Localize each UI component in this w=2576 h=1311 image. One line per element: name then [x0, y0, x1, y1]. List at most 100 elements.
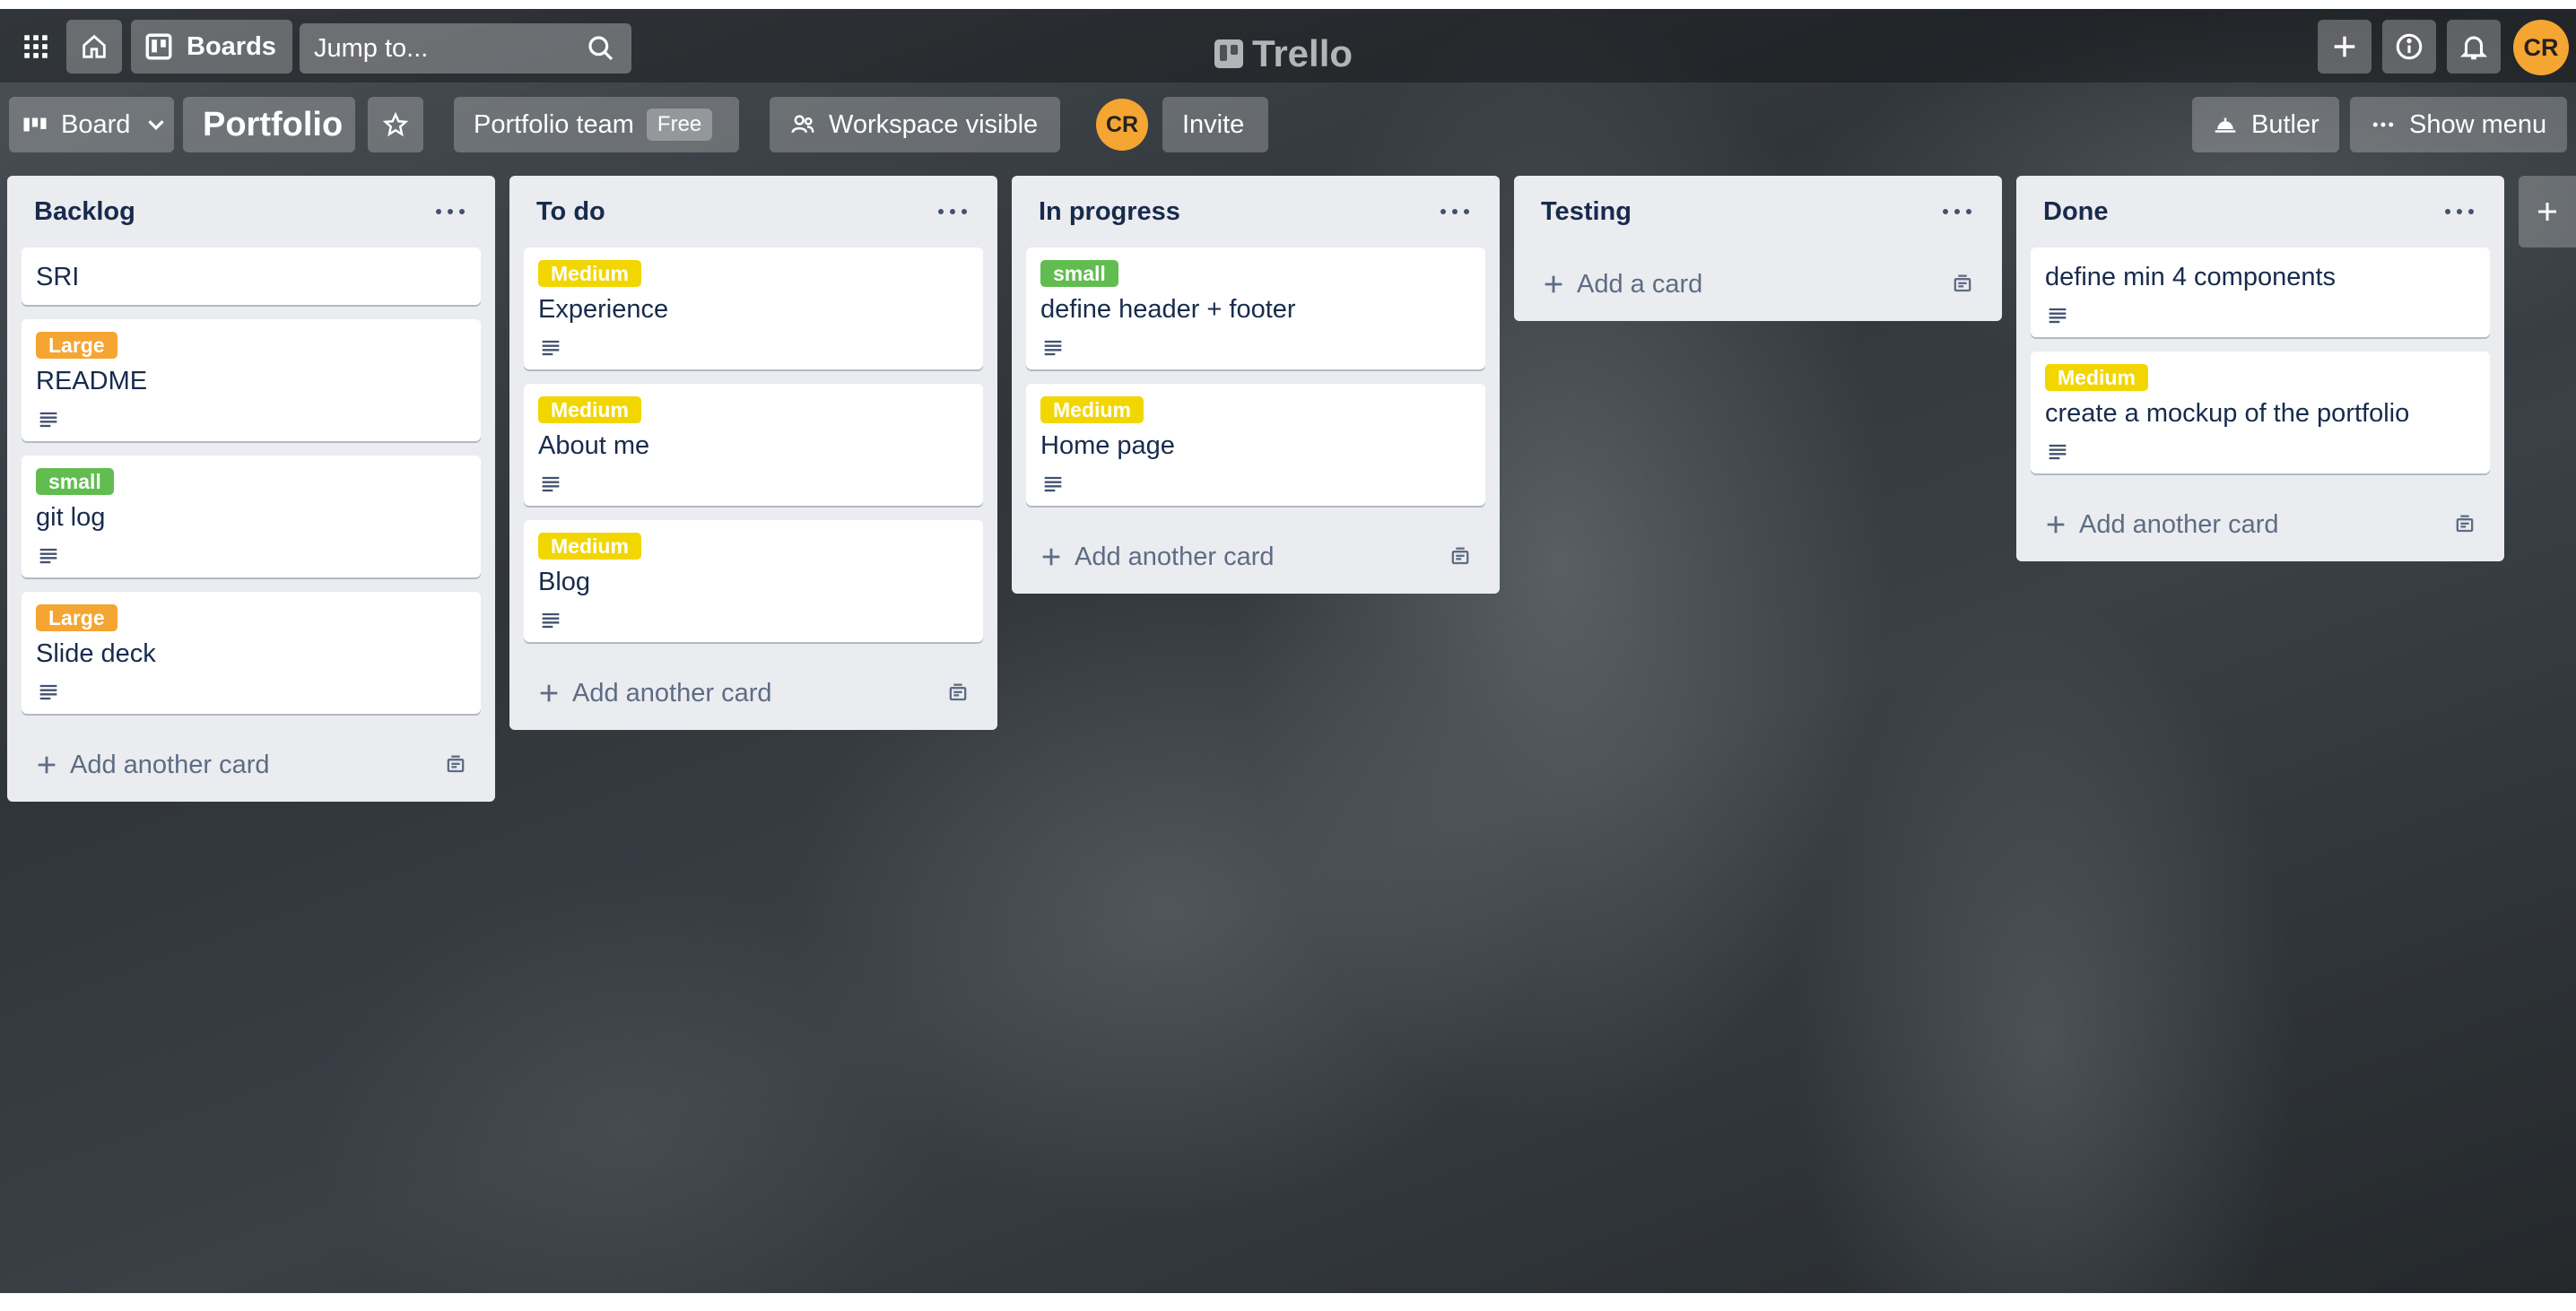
card[interactable]: small git log — [22, 456, 481, 577]
list-menu-icon[interactable] — [935, 198, 970, 225]
trello-logo-icon — [1214, 39, 1243, 68]
card-template-icon[interactable] — [1448, 544, 1473, 569]
plus-icon — [2334, 36, 2355, 57]
description-icon — [542, 340, 560, 356]
user-avatar[interactable]: CR — [2513, 20, 2569, 75]
workspace-name: Portfolio team — [474, 109, 634, 139]
list-header[interactable]: Testing — [1528, 176, 1988, 247]
card[interactable]: define min 4 components — [2031, 247, 2490, 337]
list-in-progress: In progress small define header + footer Me… — [1012, 176, 1500, 594]
description-icon — [39, 548, 57, 564]
card[interactable]: Large Slide deck — [22, 592, 481, 714]
create-button[interactable] — [2318, 20, 2371, 74]
card-title: SRI — [36, 263, 80, 291]
list-menu-icon[interactable] — [2441, 198, 2477, 225]
add-card-button[interactable]: Add another card — [1026, 520, 1485, 594]
search-input[interactable]: Jump to... — [300, 23, 631, 74]
info-icon — [2396, 33, 2423, 60]
add-card-button[interactable]: Add another card — [22, 728, 481, 802]
card-title: Experience — [538, 295, 669, 324]
board-member-initials: CR — [1105, 111, 1139, 137]
bell-icon — [2459, 36, 2488, 60]
description-icon — [39, 412, 57, 428]
list-backlog: Backlog SRI Large README small git log Large Sl… — [7, 176, 495, 802]
card-label[interactable]: Medium — [538, 396, 641, 423]
star-button[interactable] — [368, 97, 423, 152]
list-title: In progress — [1039, 196, 1180, 226]
card-label[interactable]: small — [1040, 260, 1118, 287]
board-view-switcher[interactable]: Board — [9, 97, 174, 152]
list-menu-icon[interactable] — [1939, 198, 1975, 225]
window-bottom-edge — [0, 1293, 2576, 1311]
add-card-button[interactable]: Add another card — [524, 656, 983, 730]
card-label[interactable]: small — [36, 468, 114, 495]
card[interactable]: Medium Home page — [1026, 384, 1485, 506]
card-title: define min 4 components — [2045, 263, 2337, 291]
board-view-icon — [23, 117, 47, 132]
card[interactable]: Medium create a mockup of the portfolio — [2031, 352, 2490, 473]
list-done: Done define min 4 components Medium create … — [2016, 176, 2504, 561]
visibility-button[interactable]: Workspace visible — [770, 97, 1060, 152]
show-menu-button[interactable]: Show menu — [2350, 97, 2567, 152]
card-label[interactable]: Medium — [538, 260, 641, 287]
card[interactable]: Medium Blog — [524, 520, 983, 642]
add-card-button[interactable]: Add another card — [2031, 488, 2490, 561]
home-icon — [83, 34, 106, 58]
list-menu-icon[interactable] — [432, 198, 468, 225]
grid-icon — [24, 35, 48, 58]
card[interactable]: SRI — [22, 247, 481, 305]
add-card-label: Add a card — [1577, 269, 1703, 299]
list-header[interactable]: Backlog — [22, 176, 481, 247]
information-button[interactable] — [2382, 20, 2436, 74]
card[interactable]: Large README — [22, 319, 481, 441]
home-button[interactable] — [66, 20, 122, 74]
list-header[interactable]: Done — [2031, 176, 2490, 247]
description-icon — [1044, 476, 1062, 492]
board-title-text: Portfolio — [203, 105, 344, 143]
board-title[interactable]: Portfolio — [183, 97, 355, 152]
search-placeholder: Jump to... — [314, 33, 429, 63]
description-icon — [542, 612, 560, 629]
board-member-avatar[interactable]: CR — [1096, 99, 1148, 151]
add-list-button[interactable] — [2519, 176, 2576, 247]
card-label[interactable]: Medium — [2045, 364, 2148, 391]
card-template-icon[interactable] — [1950, 272, 1975, 297]
list-title: Testing — [1541, 196, 1632, 226]
card-template-icon[interactable] — [2452, 512, 2477, 537]
visibility-label: Workspace visible — [829, 109, 1039, 139]
card-template-icon[interactable] — [443, 752, 468, 777]
card[interactable]: small define header + footer — [1026, 247, 1485, 369]
workspace-button[interactable]: Portfolio team Free — [454, 97, 739, 152]
plus-icon — [2538, 203, 2556, 221]
boards-label: Boards — [187, 31, 276, 61]
people-icon — [791, 115, 814, 134]
card-label[interactable]: Medium — [1040, 396, 1144, 423]
invite-label: Invite — [1182, 109, 1245, 139]
card-title: About me — [538, 431, 650, 460]
board-icon — [145, 33, 172, 60]
list-header[interactable]: In progress — [1026, 176, 1485, 247]
butler-icon — [2215, 117, 2236, 133]
workspace-plan-badge: Free — [646, 109, 713, 141]
add-card-label: Add another card — [1075, 542, 1275, 571]
card-label[interactable]: Large — [36, 604, 117, 631]
trello-logo[interactable]: Trello — [1214, 30, 1353, 77]
window-top-edge — [0, 0, 2576, 9]
add-card-button[interactable]: Add a card — [1528, 247, 1988, 321]
notifications-button[interactable] — [2447, 20, 2501, 74]
list-header[interactable]: To do — [524, 176, 983, 247]
card[interactable]: Medium Experience — [524, 247, 983, 369]
star-icon — [382, 111, 409, 137]
app-switcher-button[interactable] — [9, 20, 63, 74]
description-icon — [542, 476, 560, 492]
card-title: create a mockup of the portfolio — [2045, 399, 2410, 428]
card-template-icon[interactable] — [945, 681, 970, 706]
butler-button[interactable]: Butler — [2192, 97, 2339, 152]
card-label[interactable]: Medium — [538, 533, 641, 560]
list-menu-icon[interactable] — [1437, 198, 1473, 225]
card-label[interactable]: Large — [36, 332, 117, 359]
invite-button[interactable]: Invite — [1162, 97, 1268, 152]
card[interactable]: Medium About me — [524, 384, 983, 506]
boards-button[interactable]: Boards — [131, 20, 292, 74]
description-icon — [2049, 444, 2067, 460]
